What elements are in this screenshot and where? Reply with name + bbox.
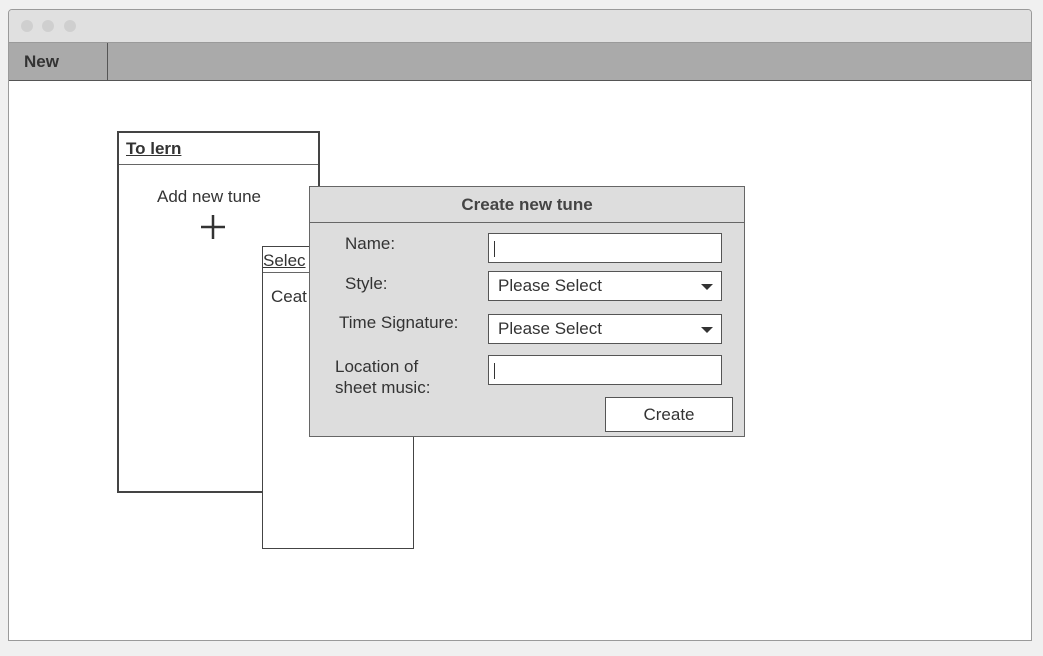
name-label: Name: <box>345 234 396 253</box>
location-label-line1: Location of <box>335 357 419 376</box>
app-window: New To lern Add new tune Selec Ceat Crea… <box>8 9 1032 641</box>
plus-icon[interactable] <box>199 213 227 241</box>
name-input[interactable] <box>488 233 722 263</box>
chevron-down-icon <box>701 284 713 290</box>
create-button[interactable]: Create <box>605 397 733 432</box>
dialog-title: Create new tune <box>310 187 744 223</box>
location-input[interactable] <box>488 355 722 385</box>
window-maximize-dot[interactable] <box>64 20 76 32</box>
tab-bar: New <box>9 43 1031 81</box>
window-close-dot[interactable] <box>21 20 33 32</box>
style-select-value: Please Select <box>498 276 602 295</box>
window-titlebar <box>9 10 1031 43</box>
tab-new[interactable]: New <box>9 43 108 80</box>
add-new-tune-label[interactable]: Add new tune <box>119 187 299 207</box>
text-caret <box>494 363 495 379</box>
style-select[interactable]: Please Select <box>488 271 722 301</box>
to-lern-title[interactable]: To lern <box>119 133 318 165</box>
window-minimize-dot[interactable] <box>42 20 54 32</box>
chevron-down-icon <box>701 327 713 333</box>
location-label-line2: sheet music: <box>335 378 431 397</box>
select-panel-item[interactable]: Ceat <box>271 287 307 307</box>
text-caret <box>494 241 495 257</box>
time-signature-select-value: Please Select <box>498 319 602 338</box>
time-signature-label: Time Signature: <box>339 313 459 332</box>
time-signature-select[interactable]: Please Select <box>488 314 722 344</box>
style-label: Style: <box>345 274 388 293</box>
create-tune-dialog: Create new tune Name: Style: Please Sele… <box>309 186 745 437</box>
